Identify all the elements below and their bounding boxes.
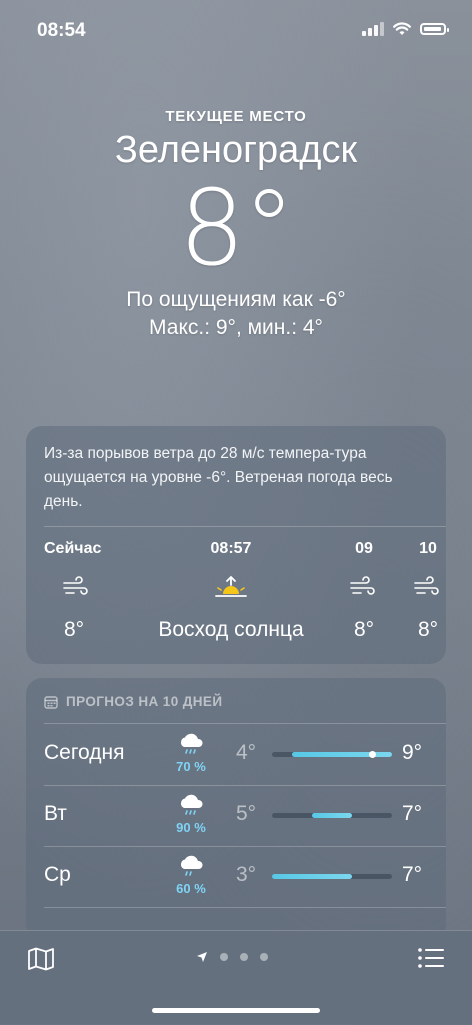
temp-range-bar (272, 813, 392, 818)
battery-icon (420, 23, 449, 35)
location-label: ТЕКУЩЕЕ МЕСТО (165, 108, 307, 125)
page-dot (220, 953, 228, 961)
hour-label: Сейчас (44, 540, 102, 557)
card-divider (44, 907, 446, 908)
card-divider (44, 846, 446, 847)
sunrise-text: Восход солнца (158, 618, 304, 641)
day-name: Ср (44, 863, 71, 886)
wind-icon (344, 574, 384, 604)
status-time: 08:54 (37, 20, 86, 41)
day-high-temp: 9° (402, 741, 423, 764)
hour-label: 08:57 (210, 540, 252, 557)
hour-label: 09 (355, 540, 373, 557)
cellular-signal-icon (362, 22, 384, 36)
weather-summary: Из-за порывов ветра до 28 м/с темпера-ту… (44, 445, 393, 510)
rain-cloud-icon: 90 % (171, 793, 211, 835)
page-indicator[interactable] (196, 951, 268, 963)
hour-label: 10 (419, 540, 437, 557)
sunrise-icon (141, 574, 321, 604)
rain-cloud-icon: 60 % (171, 854, 211, 896)
hour-item: 10 8° (408, 540, 448, 642)
wifi-icon (393, 22, 411, 35)
temp-range-bar (272, 751, 392, 758)
hour-item: 08:57 Восход солнца (141, 540, 321, 642)
temp-range-fill (272, 874, 352, 879)
temp-range-fill (312, 813, 352, 818)
current-temp-dot (368, 751, 376, 758)
rain-cloud-icon: 70 % (171, 732, 211, 774)
precip-chance: 90 % (176, 820, 206, 835)
card-divider (44, 526, 446, 527)
current-temperature: 8° (178, 167, 295, 289)
calendar-icon (44, 695, 58, 709)
map-icon (28, 947, 54, 971)
map-button[interactable] (27, 947, 55, 976)
min-max-text: Макс.: 9°, мин.: 4° (149, 316, 323, 339)
temp-range-fill (292, 752, 392, 757)
list-icon (418, 948, 444, 968)
day-name: Вт (44, 802, 67, 825)
hour-temp: 8° (353, 618, 375, 641)
daily-forecast-card[interactable]: ПРОГНОЗ НА 10 ДНЕЙ Сегодня 70 % 4° 9° Вт… (26, 678, 446, 940)
city-name: Зеленоградск (114, 129, 358, 171)
hour-temp: 8° (64, 618, 85, 641)
hourly-forecast-card[interactable]: Из-за порывов ветра до 28 м/с темпера-ту… (26, 426, 446, 664)
current-weather-header: ТЕКУЩЕЕ МЕСТО Зеленоградск 8° По ощущени… (0, 100, 472, 340)
day-row[interactable]: Вт 90 % 5° 7° (26, 787, 446, 847)
wind-icon (44, 574, 104, 604)
status-icons (362, 22, 449, 36)
feels-like-text: По ощущениям как -6° (126, 288, 346, 311)
wind-icon (408, 574, 448, 604)
card-divider (44, 785, 446, 786)
daily-forecast-title: ПРОГНОЗ НА 10 ДНЕЙ (66, 694, 223, 709)
precip-chance: 70 % (176, 759, 206, 774)
day-name: Сегодня (44, 741, 125, 764)
hour-item: 09 8° (344, 540, 384, 642)
day-low-temp: 4° (236, 741, 257, 764)
page-dot (240, 953, 248, 961)
city-list-button[interactable] (417, 947, 445, 974)
daily-forecast-header: ПРОГНОЗ НА 10 ДНЕЙ (44, 694, 222, 709)
day-row[interactable]: Ср 60 % 3° 7° (26, 848, 446, 908)
temp-range-bar (272, 874, 392, 879)
card-divider (44, 723, 446, 724)
precip-chance: 60 % (176, 881, 206, 896)
day-row[interactable]: Сегодня 70 % 4° 9° (26, 726, 446, 786)
day-low-temp: 5° (236, 802, 257, 825)
hour-temp: 8° (417, 618, 439, 641)
day-low-temp: 3° (236, 863, 257, 886)
page-dot (260, 953, 268, 961)
status-bar: 08:54 (0, 0, 472, 56)
hour-item: Сейчас 8° (44, 540, 104, 642)
location-arrow-icon (197, 952, 207, 962)
day-high-temp: 7° (402, 802, 423, 825)
day-high-temp: 7° (402, 863, 423, 886)
home-indicator[interactable] (152, 1008, 320, 1013)
